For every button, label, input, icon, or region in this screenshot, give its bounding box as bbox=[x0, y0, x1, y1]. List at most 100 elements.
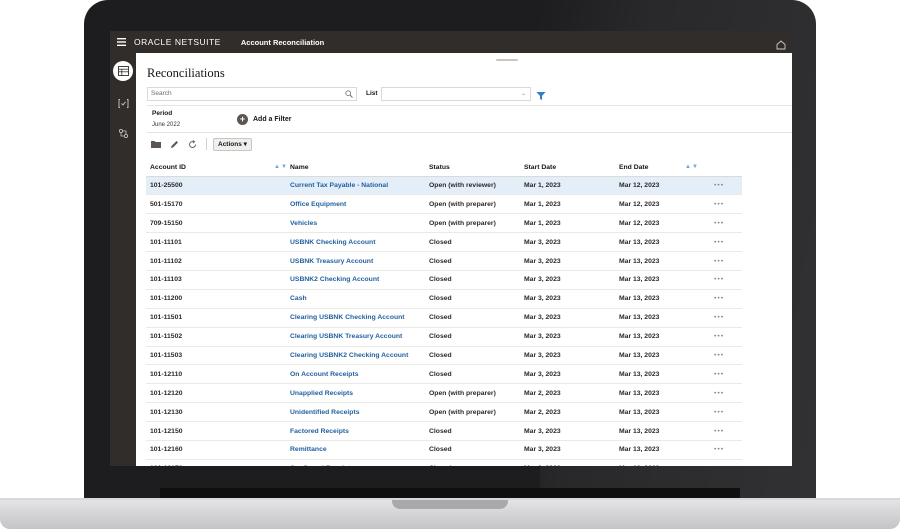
status-cell: Closed bbox=[425, 364, 520, 385]
table-row[interactable]: 101-11503 Clearing USBNK2 Checking Accoun… bbox=[146, 346, 742, 366]
home-icon[interactable] bbox=[776, 37, 786, 50]
column-header-status[interactable]: Status bbox=[425, 160, 520, 177]
table-row[interactable]: 101-12170Confirmed ReceiptsClosedMar 3, … bbox=[146, 459, 742, 466]
row-more-options-icon[interactable]: ••• bbox=[710, 440, 742, 460]
table-row[interactable]: 101-12110 On Account Receipts Closed Mar 3,… bbox=[146, 364, 742, 385]
list-select[interactable]: ⌄ bbox=[381, 87, 531, 101]
account-name-link[interactable]: Vehicles bbox=[286, 213, 425, 234]
account-id-cell: 501-15170 bbox=[146, 194, 286, 215]
table-row[interactable]: 101-11200 Cash Closed Mar 3, 2023 Mar 13, 20… bbox=[146, 289, 742, 309]
column-header-account-id[interactable]: Account ID ▲▼ bbox=[146, 160, 287, 177]
row-more-options-icon[interactable]: ••• bbox=[710, 251, 742, 271]
status-cell: Closed bbox=[425, 459, 520, 466]
account-name-link[interactable]: Clearing USBNK2 Checking Account bbox=[286, 346, 425, 366]
search-placeholder: Search bbox=[151, 90, 172, 97]
start-date-cell: Mar 3, 2023 bbox=[520, 308, 615, 328]
row-more-options-icon[interactable]: ••• bbox=[710, 402, 742, 423]
table-row[interactable]: 101-12120 Unapplied Receipts Open (with pr… bbox=[146, 383, 742, 404]
account-id-cell: 101-12130 bbox=[146, 402, 286, 423]
account-id-cell: 101-25500 bbox=[146, 176, 286, 196]
account-name-link[interactable]: Unapplied Receipts bbox=[286, 383, 425, 404]
actions-button[interactable]: Actions ▾ bbox=[213, 137, 252, 151]
row-more-options-icon[interactable]: ••• bbox=[710, 308, 742, 328]
end-date-cell: Mar 13, 2023 bbox=[615, 289, 710, 309]
account-name-link[interactable]: USBNK2 Checking Account bbox=[286, 270, 425, 290]
oracle-netsuite-logo[interactable]: ORACLE NETSUITE bbox=[134, 37, 221, 47]
account-name-link[interactable]: Factored Receipts bbox=[286, 421, 425, 441]
row-more-options-icon[interactable]: ••• bbox=[710, 194, 742, 215]
row-more-options-icon[interactable]: ••• bbox=[710, 364, 742, 385]
row-more-options-icon[interactable]: ••• bbox=[710, 421, 742, 441]
status-cell: Open (with preparer) bbox=[425, 402, 520, 423]
column-header-actions bbox=[710, 160, 742, 177]
table-row[interactable]: 101-11103 USBNK2 Checking Account Closed Ma… bbox=[146, 270, 742, 290]
account-name-link[interactable]: Confirmed Receipts bbox=[286, 459, 425, 466]
plus-icon: + bbox=[237, 114, 248, 125]
account-id-cell: 101-12160 bbox=[146, 440, 286, 460]
end-date-cell: Mar 13, 2023 bbox=[615, 459, 710, 466]
row-more-options-icon[interactable]: ••• bbox=[710, 327, 742, 347]
row-more-options-icon[interactable]: ••• bbox=[710, 346, 742, 366]
account-name-link[interactable]: On Account Receipts bbox=[286, 364, 425, 385]
table-row[interactable]: 101-12160 Remittance Closed Mar 3, 2023 Mar … bbox=[146, 440, 742, 460]
filter-icon[interactable] bbox=[536, 88, 546, 100]
account-id-cell: 101-11103 bbox=[146, 270, 286, 290]
column-header-start-date[interactable]: Start Date bbox=[520, 160, 615, 177]
period-label: Period bbox=[152, 110, 173, 117]
start-date-cell: Mar 3, 2023 bbox=[520, 327, 615, 347]
search-icon[interactable] bbox=[345, 90, 353, 98]
table-row[interactable]: 101-11102 USBNK Treasury Account Closed Mar… bbox=[146, 251, 742, 271]
page-title: Reconciliations bbox=[147, 66, 225, 80]
table-row[interactable]: 709-15150 Vehicles Open (with preparer) Mar… bbox=[146, 213, 742, 234]
account-name-link[interactable]: Office Equipment bbox=[286, 194, 425, 215]
row-more-options-icon[interactable]: ••• bbox=[710, 213, 742, 234]
account-name-link[interactable]: Current Tax Payable - National bbox=[286, 176, 425, 196]
row-more-options-icon[interactable]: ••• bbox=[710, 270, 742, 290]
account-name-link[interactable]: Unidentified Receipts bbox=[286, 402, 425, 423]
search-input[interactable]: Search bbox=[147, 87, 357, 101]
account-name-link[interactable]: Clearing USBNK Checking Account bbox=[286, 308, 425, 328]
table-row[interactable]: 501-15170 Office Equipment Open (with prep… bbox=[146, 194, 742, 215]
refresh-icon[interactable] bbox=[186, 138, 198, 150]
end-date-cell: Mar 13, 2023 bbox=[615, 327, 710, 347]
table-row[interactable]: 101-11101 USBNK Checking Account Closed Mar… bbox=[146, 232, 742, 253]
row-more-options-icon[interactable]: ••• bbox=[710, 383, 742, 404]
hamburger-icon[interactable] bbox=[110, 31, 132, 53]
table-row[interactable]: 101-11502 Clearing USBNK Treasury Account… bbox=[146, 327, 742, 347]
start-date-cell: Mar 1, 2023 bbox=[520, 194, 615, 215]
account-id-cell: 101-12150 bbox=[146, 421, 286, 441]
account-name-link[interactable]: USBNK Treasury Account bbox=[286, 251, 425, 271]
row-more-options-icon[interactable]: ••• bbox=[710, 459, 742, 466]
status-cell: Open (with preparer) bbox=[425, 213, 520, 234]
account-id-cell: 101-12110 bbox=[146, 364, 286, 385]
row-more-options-icon[interactable]: ••• bbox=[710, 232, 742, 253]
column-header-end-date[interactable]: End Date ▲▼ bbox=[615, 160, 710, 177]
row-more-options-icon[interactable]: ••• bbox=[710, 289, 742, 309]
reconciliations-icon[interactable] bbox=[113, 61, 133, 81]
account-name-link[interactable]: Remittance bbox=[286, 440, 425, 460]
start-date-cell: Mar 1, 2023 bbox=[520, 213, 615, 234]
table-toolbar: Actions ▾ bbox=[150, 137, 252, 151]
period-value[interactable]: June 2022 bbox=[152, 122, 180, 128]
end-date-cell: Mar 13, 2023 bbox=[615, 421, 710, 441]
table-row[interactable]: 101-12130 Unidentified Receipts Open (with… bbox=[146, 402, 742, 423]
add-filter-button[interactable]: + Add a Filter bbox=[237, 114, 292, 125]
column-header-name[interactable]: Name bbox=[286, 160, 425, 177]
folder-icon[interactable] bbox=[150, 138, 162, 150]
account-name-link[interactable]: Cash bbox=[286, 289, 425, 309]
list-label: List bbox=[366, 90, 378, 97]
row-more-options-icon[interactable]: ••• bbox=[710, 176, 742, 196]
drag-handle[interactable] bbox=[496, 59, 518, 61]
matching-icon[interactable] bbox=[113, 123, 133, 143]
account-name-link[interactable]: Clearing USBNK Treasury Account bbox=[286, 327, 425, 347]
sort-arrows-icon[interactable]: ▲▼ bbox=[685, 164, 699, 170]
status-cell: Closed bbox=[425, 346, 520, 366]
account-name-link[interactable]: USBNK Checking Account bbox=[286, 232, 425, 253]
transactions-icon[interactable] bbox=[113, 93, 133, 113]
edit-icon[interactable] bbox=[168, 138, 180, 150]
table-row[interactable]: 101-12150 Factored Receipts Closed Mar 3, 2… bbox=[146, 421, 742, 441]
main-content: Reconciliations Search List ⌄ Period Jun… bbox=[136, 53, 792, 466]
table-row[interactable]: 101-25500 Current Tax Payable - National O… bbox=[146, 176, 742, 196]
end-date-cell: Mar 13, 2023 bbox=[615, 364, 710, 385]
table-row[interactable]: 101-11501 Clearing USBNK Checking Account… bbox=[146, 308, 742, 328]
